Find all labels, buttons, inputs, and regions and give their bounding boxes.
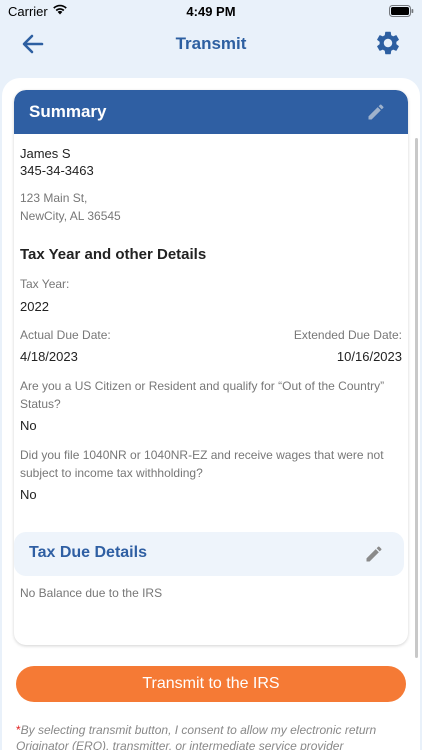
clock: 4:49 PM: [186, 4, 236, 19]
address-line2: NewCity, AL 36545: [20, 209, 121, 223]
summary-header: Summary: [14, 90, 408, 134]
tax-due-header: Tax Due Details: [14, 532, 404, 576]
pencil-icon: [368, 104, 384, 120]
summary-card: Summary James S 345-34-3463 123 Main St,…: [14, 90, 408, 645]
taxpayer-name: James S: [20, 146, 71, 161]
extended-due-label: Extended Due Date:: [293, 328, 402, 342]
question-citizen: Are you a US Citizen or Resident and qua…: [20, 379, 385, 411]
settings-button[interactable]: [374, 29, 402, 57]
gear-icon: [377, 31, 399, 55]
actual-due-value: 4/18/2023: [20, 349, 78, 364]
summary-title: Summary: [29, 102, 107, 121]
details-title: Tax Year and other Details: [20, 246, 207, 263]
scrollbar[interactable]: [415, 138, 418, 658]
question-1040nr: Did you file 1040NR or 1040NR-EZ and rec…: [20, 448, 384, 480]
battery-icon: [389, 5, 414, 20]
taxpayer-ssn: 345-34-3463: [20, 163, 94, 178]
consent-body: By selecting transmit button, I consent …: [16, 723, 377, 750]
answer-1040nr: No: [20, 487, 37, 502]
address-line1: 123 Main St,: [20, 191, 88, 205]
pencil-icon: [366, 546, 382, 562]
edit-summary-button[interactable]: [366, 102, 386, 122]
nav-bar: Transmit: [0, 24, 422, 64]
status-bar: Carrier 4:49 PM: [0, 0, 422, 24]
consent-text: *By selecting transmit button, I consent…: [16, 722, 416, 750]
answer-citizen: No: [20, 418, 37, 433]
tax-due-title: Tax Due Details: [29, 544, 147, 561]
tax-year-value: 2022: [20, 299, 49, 314]
extended-due-value: 10/16/2023: [336, 349, 402, 364]
transmit-button[interactable]: Transmit to the IRS: [16, 666, 406, 702]
edit-tax-due-button[interactable]: [364, 544, 384, 564]
tax-year-label: Tax Year:: [20, 277, 70, 291]
tax-due-text: No Balance due to the IRS: [20, 586, 163, 600]
content-sheet: Summary James S 345-34-3463 123 Main St,…: [2, 78, 420, 750]
page-title: Transmit: [175, 34, 247, 53]
actual-due-label: Actual Due Date:: [20, 328, 111, 342]
